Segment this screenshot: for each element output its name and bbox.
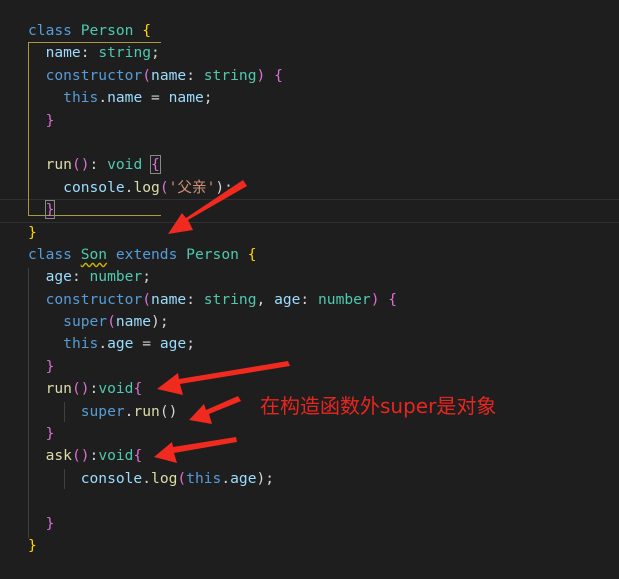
arrow-3 — [189, 396, 241, 424]
annotation-arrows — [154, 180, 290, 463]
arrow-4 — [154, 437, 237, 463]
annotation-text: 在构造函数外super是对象 — [260, 394, 497, 418]
arrow-1 — [168, 180, 247, 234]
